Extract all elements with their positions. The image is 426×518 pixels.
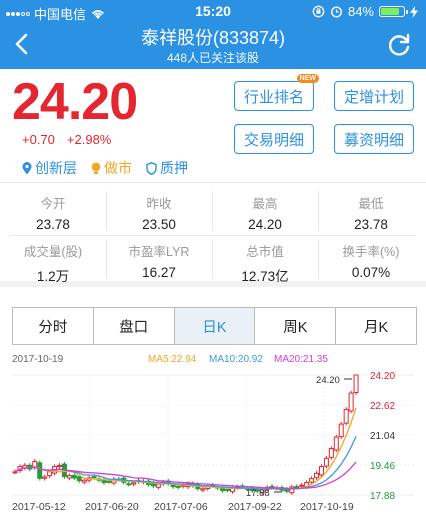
candle-body <box>91 476 97 479</box>
candle-body <box>81 479 87 483</box>
candle-body <box>66 475 72 479</box>
stat-prev-close: 昨收 23.50 <box>142 197 176 232</box>
new-badge: NEW <box>296 74 319 83</box>
fund-detail-button[interactable]: 募资明细 <box>334 124 414 154</box>
candle-body <box>338 423 344 438</box>
chart-tabs: 分时 盘口 日K 周K 月K <box>12 307 417 345</box>
stat-pe-ratio: 市盈率LYR 16.27 <box>128 245 190 280</box>
ma20-label: MA20:21.35 <box>274 354 328 365</box>
candle-body <box>126 483 132 486</box>
candle-body <box>225 488 231 491</box>
candle-body <box>37 462 43 479</box>
candle-body <box>155 483 161 488</box>
status-bar: 中国电信 15:20 84% <box>0 0 426 22</box>
x-tick-4: 2017-10-19 <box>300 501 354 513</box>
current-price: 24.20 <box>12 73 138 131</box>
alarm-icon <box>330 6 342 18</box>
candle-body <box>299 484 305 487</box>
candle-body <box>318 466 324 476</box>
ma10-line <box>14 436 357 490</box>
stat-high: 最高 24.20 <box>248 197 282 232</box>
tab-weekly-k[interactable]: 周K <box>255 308 337 344</box>
candle-body <box>314 472 320 479</box>
x-tick-2: 2017-07-06 <box>154 501 208 513</box>
ma5-line <box>14 407 357 491</box>
price-change: +0.70 +2.98% <box>22 132 111 147</box>
industry-rank-button[interactable]: 行业排名 NEW <box>234 74 319 111</box>
stat-low: 最低 23.78 <box>354 197 388 232</box>
candle-body <box>175 485 181 488</box>
candle-body <box>328 448 334 458</box>
tab-daily-k[interactable]: 日K <box>174 308 256 344</box>
trade-detail-button[interactable]: 交易明细 <box>234 124 314 154</box>
stock-tags: 创新层 做市 质押 <box>22 158 188 178</box>
candle-body <box>106 480 112 483</box>
battery-icon <box>379 6 408 17</box>
y-tick-label: 24.20 <box>370 371 395 382</box>
candle-body <box>348 392 354 412</box>
stat-open: 今开 23.78 <box>36 197 70 232</box>
tag-market-making[interactable]: 做市 <box>91 158 132 178</box>
daily-k-chart[interactable]: 24.20 22.62 21.04 19.46 17.88 24.20 17.88 <box>0 365 426 501</box>
candle-body <box>343 408 349 424</box>
candle-body <box>42 476 48 479</box>
followers-count: 448人已关注该股 <box>166 51 260 65</box>
chart-date: 2017-10-19 <box>12 354 64 365</box>
stat-volume: 成交量(股) 1.2万 <box>23 245 83 284</box>
refresh-icon[interactable] <box>386 32 412 58</box>
candle-body <box>353 374 359 394</box>
tag-innovation-tier[interactable]: 创新层 <box>22 158 77 178</box>
change-amount: +0.70 <box>22 132 55 147</box>
battery-percent: 84% <box>347 4 374 19</box>
shield-icon <box>146 161 157 175</box>
tag-pledge[interactable]: 质押 <box>146 158 188 178</box>
change-percent: +2.98% <box>66 132 112 147</box>
charging-icon <box>410 5 418 18</box>
orientation-lock-icon <box>312 5 325 18</box>
x-tick-0: 2017-05-12 <box>12 501 66 513</box>
stat-market-cap: 总市值 12.73亿 <box>241 245 289 284</box>
candle-body <box>71 475 77 479</box>
tab-order-book[interactable]: 盘口 <box>93 308 175 344</box>
candle-body <box>56 464 62 467</box>
page-title: 泰祥股份(833874) <box>140 28 286 48</box>
placement-plan-button[interactable]: 定增计划 <box>334 81 414 111</box>
ma5-label: MA5:22.94 <box>148 354 197 365</box>
x-tick-1: 2017-06-20 <box>85 501 139 513</box>
candle-body <box>200 488 206 491</box>
candle-body <box>309 478 315 483</box>
stock-detail-screen: 中国电信 15:20 84% 泰祥股份(833874) 448人已关注该股 24… <box>0 0 426 518</box>
lightbulb-icon <box>91 162 101 174</box>
tab-monthly-k[interactable]: 月K <box>336 308 416 344</box>
candle-body <box>294 486 300 489</box>
candle-body <box>170 484 176 488</box>
low-marker: 17.88 <box>246 488 270 499</box>
location-pin-icon <box>22 161 32 174</box>
stats-grid: 今开 23.78 昨收 23.50 最高 24.20 最低 23.78 成交量(股) 1.… <box>0 182 426 287</box>
high-marker: 24.20 <box>316 375 340 386</box>
y-tick-label: 19.46 <box>370 461 395 472</box>
ma10-label: MA10:20.92 <box>209 354 263 365</box>
candle-body <box>323 457 329 467</box>
candle-body <box>333 436 339 451</box>
y-tick-label: 17.88 <box>370 491 395 501</box>
y-tick-label: 21.04 <box>370 431 395 442</box>
candle-body <box>47 471 53 477</box>
tab-intraday[interactable]: 分时 <box>13 308 94 344</box>
candle-body <box>76 476 82 482</box>
y-tick-label: 22.62 <box>370 401 395 412</box>
header: 中国电信 15:20 84% 泰祥股份(833874) 448人已关注该股 <box>0 0 426 69</box>
x-tick-3: 2017-09-22 <box>228 501 282 513</box>
candle-body <box>12 471 18 474</box>
stat-turnover: 换手率(%) 0.07% <box>342 245 400 280</box>
candle-body <box>131 482 137 485</box>
